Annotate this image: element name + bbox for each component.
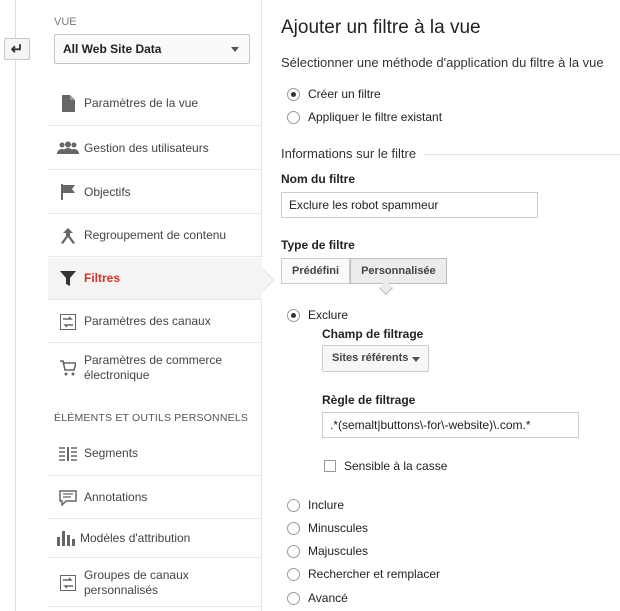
channels-icon (48, 313, 84, 330)
merge-icon (48, 227, 84, 244)
active-indicator (251, 268, 275, 292)
sidebar-item-label: Gestion des utilisateurs (84, 140, 209, 155)
segments-icon (48, 446, 84, 461)
radio-label: Appliquer le filtre existant (308, 110, 443, 124)
filter-info-heading: Informations sur le filtre (281, 146, 425, 161)
back-arrow-icon: ↵ (10, 41, 24, 58)
advanced-option[interactable]: Avancé (287, 591, 348, 605)
radio-label: Rechercher et remplacer (308, 567, 441, 581)
radio-label: Exclure (308, 308, 349, 322)
checkbox-label: Sensible à la casse (344, 459, 448, 473)
sidebar-item-filters[interactable]: Filtres (48, 258, 275, 300)
uppercase-option[interactable]: Majuscules (287, 544, 368, 558)
sidebar-item-label: Segments (84, 446, 139, 460)
tab-predefined[interactable]: Prédéfini (281, 258, 351, 284)
page-subtitle: Sélectionner une méthode d'application d… (281, 55, 604, 70)
method-create-option[interactable]: Créer un filtre (287, 87, 381, 101)
filter-rule-label: Règle de filtrage (322, 393, 416, 407)
sidebar-item-label: Paramètres des canaux (84, 314, 211, 328)
document-icon (48, 95, 84, 112)
view-select-value: All Web Site Data (63, 42, 162, 56)
sidebar-item-label: Paramètres de commerce électronique (84, 353, 223, 382)
sidebar-item-label: Paramètres de la vue (84, 96, 199, 110)
radio[interactable] (287, 544, 300, 558)
radio-selected[interactable] (287, 308, 300, 322)
filter-type-tabs: Prédéfini Personnalisée (281, 258, 447, 284)
page-title: Ajouter un filtre à la vue (281, 17, 481, 38)
radio-selected[interactable] (287, 87, 300, 101)
filter-field-label: Champ de filtrage (322, 327, 424, 341)
filter-icon (48, 271, 84, 286)
tab-custom[interactable]: Personnalisée (350, 258, 447, 284)
view-select[interactable]: All Web Site Data (54, 34, 250, 64)
filter-name-input[interactable] (281, 192, 538, 218)
sidebar-item-view-settings[interactable]: Paramètres de la vue (48, 82, 262, 126)
method-apply-existing-option[interactable]: Appliquer le filtre existant (287, 110, 442, 124)
filter-type-label: Type de filtre (281, 238, 355, 252)
sidebar-item-segments[interactable]: Segments (48, 432, 262, 476)
sidebar-item-annotations[interactable]: Annotations (48, 477, 262, 519)
sidebar-item-label: Filtres (84, 271, 121, 285)
channel-groups-icon (48, 574, 84, 591)
sidebar-item-label: Regroupement de contenu (84, 228, 227, 242)
section-title: ÉLÉMENTS ET OUTILS PERSONNELS (54, 412, 249, 424)
rail-divider (15, 0, 16, 611)
vue-label: VUE (54, 16, 77, 28)
filter-field-dropdown[interactable]: Sites référents (322, 345, 429, 372)
radio-label: Avancé (308, 591, 348, 605)
sidebar-item-ecommerce[interactable]: Paramètres de commerce électronique (48, 344, 262, 392)
filter-name-label: Nom du filtre (281, 172, 355, 186)
bar-chart-icon (48, 531, 80, 546)
main-panel: Ajouter un filtre à la vue Sélectionner … (281, 0, 620, 611)
sidebar-item-goals[interactable]: Objectifs (48, 171, 262, 214)
radio-label: Majuscules (308, 544, 369, 558)
sidebar-item-channel-settings[interactable]: Paramètres des canaux (48, 301, 262, 343)
flag-icon (48, 184, 84, 200)
radio[interactable] (287, 591, 300, 605)
sidebar-item-users[interactable]: Gestion des utilisateurs (48, 127, 262, 170)
sidebar-item-label: Modèles d'attribution (80, 531, 191, 545)
radio-label: Créer un filtre (308, 87, 381, 101)
sidebar-item-content-grouping[interactable]: Regroupement de contenu (48, 215, 262, 257)
sidebar-item-label: Groupes de canaux personnalisés (84, 567, 189, 597)
dropdown-value: Sites référents (332, 352, 409, 364)
chevron-down-icon (412, 357, 420, 362)
back-button[interactable]: ↵ (4, 38, 30, 60)
radio-label: Minuscules (308, 521, 369, 535)
radio-label: Inclure (308, 498, 345, 512)
sidebar-item-custom-channel-groups[interactable]: Groupes de canaux personnalisés (48, 559, 262, 607)
radio[interactable] (287, 567, 300, 581)
exclude-option[interactable]: Exclure (287, 308, 348, 322)
annotation-icon (48, 489, 84, 506)
radio[interactable] (287, 521, 300, 535)
case-sensitive-option[interactable]: Sensible à la casse (324, 459, 447, 473)
sidebar-item-label: Annotations (84, 490, 148, 504)
sidebar-item-label: Objectifs (84, 184, 131, 199)
sidebar: VUE All Web Site Data Paramètres de la v… (48, 0, 275, 611)
sidebar-item-attribution-models[interactable]: Modèles d'attribution (48, 520, 262, 558)
cart-icon (48, 360, 84, 376)
filter-rule-input[interactable] (322, 412, 579, 438)
radio[interactable] (287, 498, 300, 512)
users-icon (48, 141, 84, 155)
lowercase-option[interactable]: Minuscules (287, 521, 368, 535)
include-option[interactable]: Inclure (287, 498, 344, 512)
search-replace-option[interactable]: Rechercher et remplacer (287, 567, 440, 581)
back-rail: ↵ (0, 0, 32, 611)
chevron-down-icon (231, 47, 239, 52)
radio[interactable] (287, 110, 300, 124)
case-sensitive-checkbox[interactable] (324, 460, 336, 472)
